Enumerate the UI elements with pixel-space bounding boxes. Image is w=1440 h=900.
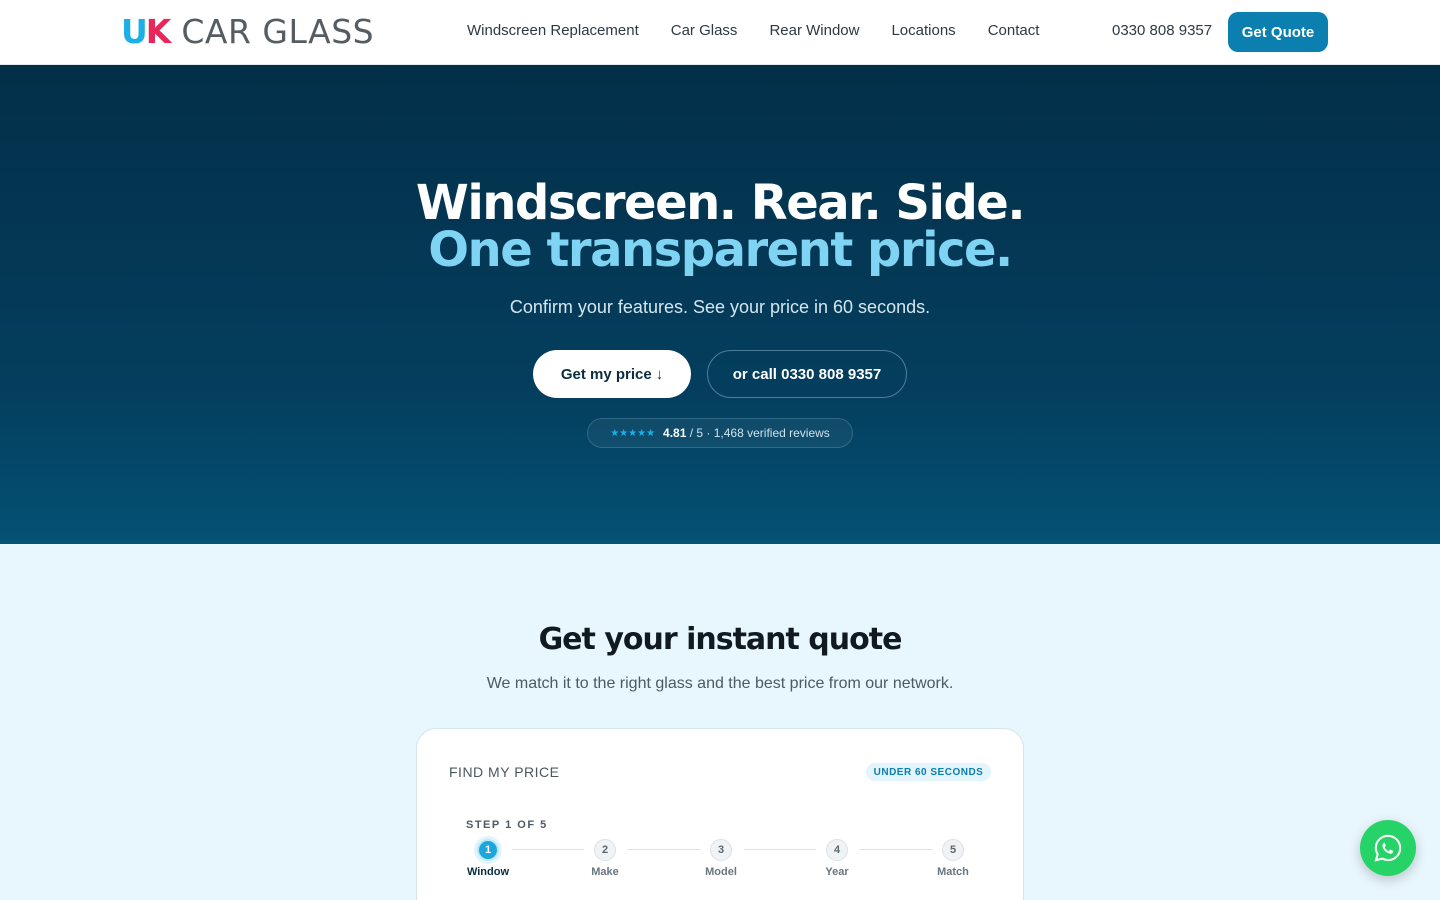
rating-value: 4.81 — [663, 426, 687, 440]
logo-k: K — [145, 12, 172, 51]
nav-car-glass[interactable]: Car Glass — [671, 22, 738, 39]
whatsapp-icon — [1374, 834, 1402, 862]
logo-text: CAR GLASS — [181, 12, 375, 51]
logo-mark: UK — [121, 12, 172, 51]
time-badge: UNDER 60 SECONDS — [866, 763, 991, 781]
step-connector — [744, 849, 816, 850]
rating-detail: / 5 · 1,468 verified reviews — [689, 426, 830, 440]
step-model[interactable]: 3 Model — [691, 839, 751, 878]
logo[interactable]: UK CAR GLASS — [121, 14, 374, 50]
quote-card: FIND MY PRICE UNDER 60 SECONDS STEP 1 OF… — [416, 728, 1024, 900]
star-rating-icon: ★★★★★ — [610, 427, 656, 439]
step-connector — [512, 849, 584, 850]
step-indicator: STEP 1 OF 5 — [466, 819, 548, 831]
call-button[interactable]: or call 0330 808 9357 — [707, 350, 907, 398]
step-name: Make — [591, 866, 619, 878]
quote-subtitle: We match it to the right glass and the b… — [486, 675, 954, 692]
step-match[interactable]: 5 Match — [923, 839, 983, 878]
step-year[interactable]: 4 Year — [807, 839, 867, 878]
step-connector — [860, 849, 932, 850]
get-quote-button[interactable]: Get Quote — [1228, 12, 1328, 52]
hero-subtitle: Confirm your features. See your price in… — [509, 297, 931, 317]
step-name: Model — [705, 866, 737, 878]
card-label: FIND MY PRICE — [449, 764, 560, 780]
step-name: Year — [825, 866, 849, 878]
step-name: Window — [466, 866, 510, 878]
step-number: 1 — [477, 839, 499, 861]
site-header: UK CAR GLASS Windscreen Replacement Car … — [0, 0, 1440, 65]
get-my-price-button[interactable]: Get my price ↓ — [533, 350, 691, 398]
rating-text: 4.81 / 5 · 1,468 verified reviews — [663, 426, 830, 440]
step-window[interactable]: 1 Window — [458, 839, 518, 878]
step-number: 5 — [942, 839, 964, 861]
nav-locations[interactable]: Locations — [891, 22, 955, 39]
step-number: 4 — [826, 839, 848, 861]
step-make[interactable]: 2 Make — [575, 839, 635, 878]
header-phone-link[interactable]: 0330 808 9357 — [1112, 22, 1212, 39]
logo-u: U — [121, 12, 148, 51]
hero-section: Windscreen. Rear. Side. One transparent … — [0, 65, 1440, 544]
nav-contact[interactable]: Contact — [988, 22, 1040, 39]
nav-windscreen-replacement[interactable]: Windscreen Replacement — [467, 22, 639, 39]
arrow-down-icon: ↓ — [655, 365, 664, 383]
quote-title: Get your instant quote — [538, 622, 903, 657]
step-name: Match — [937, 866, 969, 878]
get-my-price-label: Get my price — [560, 365, 652, 383]
hero-headline-accent: One transparent price. — [428, 222, 1013, 278]
rating-badge: ★★★★★ 4.81 / 5 · 1,468 verified reviews — [587, 418, 853, 448]
nav-rear-window[interactable]: Rear Window — [769, 22, 859, 39]
step-number: 3 — [710, 839, 732, 861]
step-connector — [628, 849, 700, 850]
whatsapp-button[interactable] — [1360, 820, 1416, 876]
main-nav: Windscreen Replacement Car Glass Rear Wi… — [467, 22, 1039, 39]
step-number: 2 — [594, 839, 616, 861]
